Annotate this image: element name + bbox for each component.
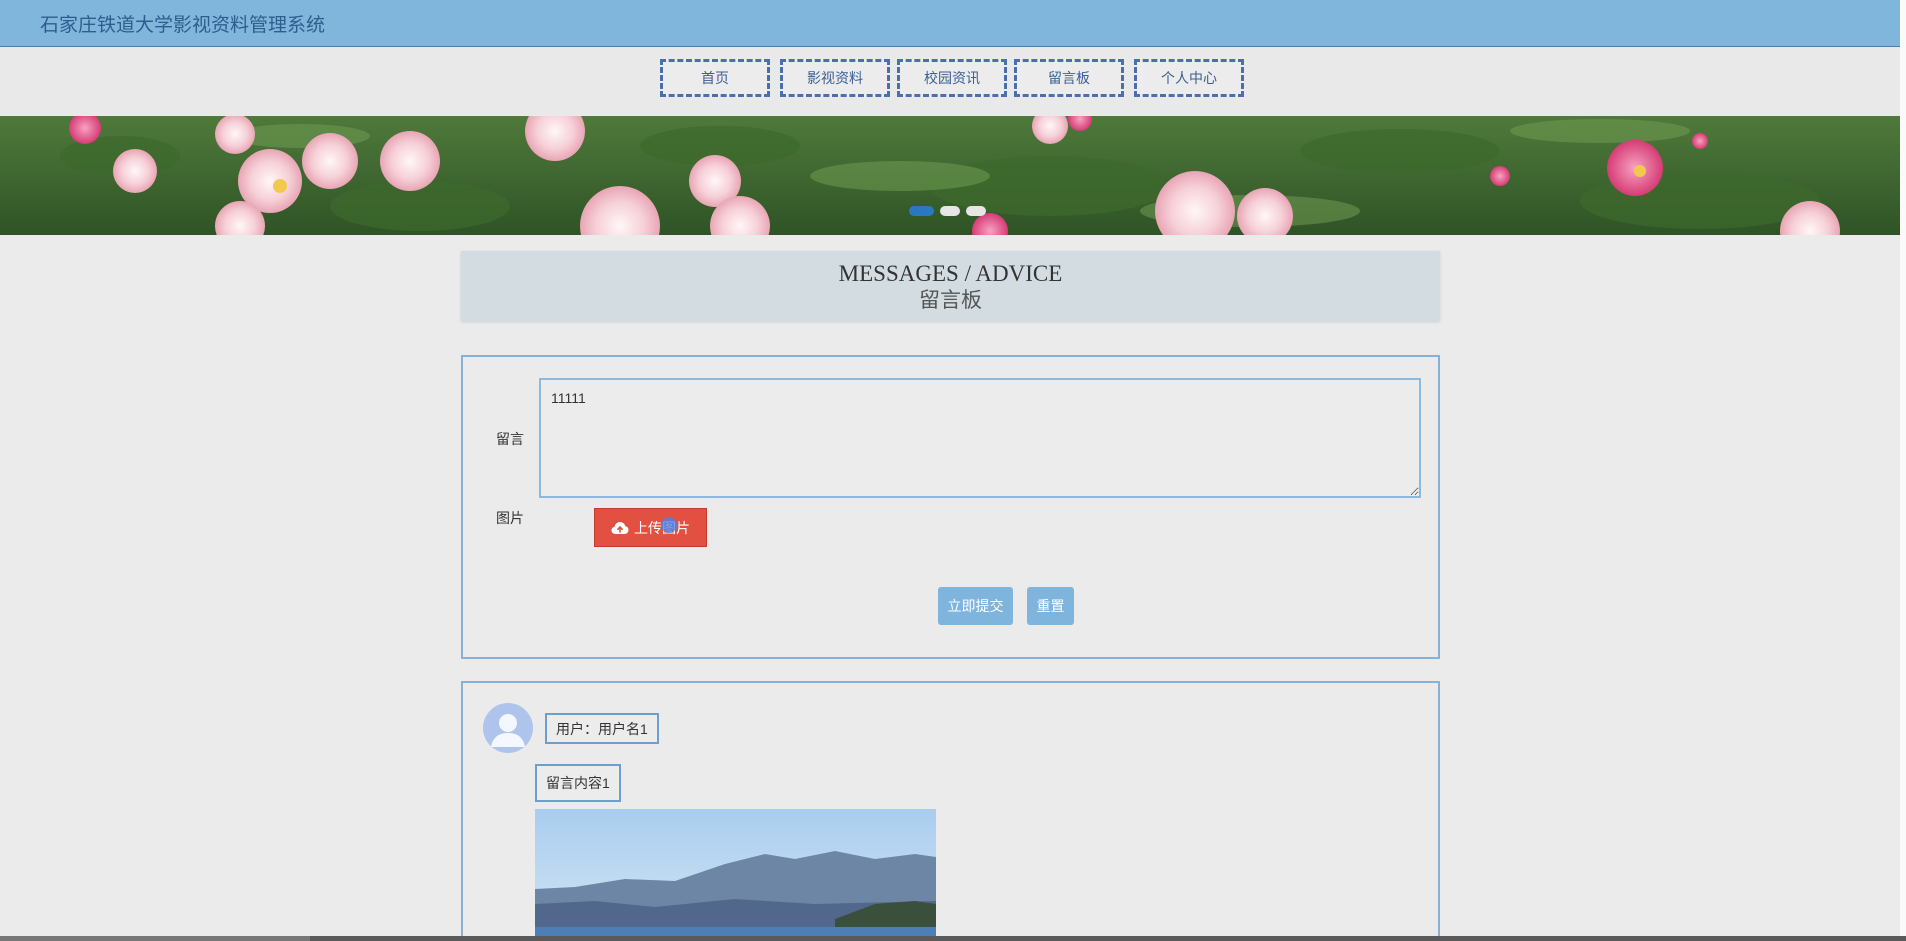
carousel-dot-2[interactable] (940, 206, 960, 216)
user-avatar (483, 703, 533, 753)
site-title[interactable]: 石家庄铁道大学影视资料管理系统 (40, 10, 325, 37)
carousel-dot-3[interactable] (966, 206, 986, 216)
app-root: 石家庄铁道大学影视资料管理系统 首页 影视资料 校园资讯 留言板 个人中心 ME… (0, 0, 1906, 941)
message-content: 留言内容1 (535, 764, 621, 802)
carousel-dot-1[interactable] (909, 206, 934, 216)
top-header: 石家庄铁道大学影视资料管理系统 (0, 0, 1900, 47)
upload-image-button[interactable]: 上传图片 (594, 508, 707, 547)
banner-flowers-image (0, 116, 1900, 235)
section-title: MESSAGES / ADVICE 留言板 (461, 251, 1440, 321)
main-nav: 首页 影视资料 校园资讯 留言板 个人中心 (0, 47, 1900, 115)
nav-item-campus-news[interactable]: 校园资讯 (897, 59, 1007, 97)
pointer-cursor-indicator (661, 517, 677, 533)
message-username: 用户：用户名1 (545, 713, 659, 744)
user-avatar-icon (491, 714, 525, 747)
nav-item-film-materials[interactable]: 影视资料 (780, 59, 890, 97)
image-label: 图片 (496, 510, 524, 526)
section-title-cn: 留言板 (919, 288, 982, 312)
message-attached-image[interactable] (535, 809, 936, 941)
banner-carousel[interactable] (0, 116, 1900, 235)
nav-item-user-center[interactable]: 个人中心 (1134, 59, 1244, 97)
section-title-en: MESSAGES / ADVICE (838, 261, 1063, 286)
page-scrollbar[interactable] (1900, 0, 1906, 941)
nav-item-home[interactable]: 首页 (660, 59, 770, 97)
bottom-scrollbar-thumb[interactable] (0, 936, 310, 941)
message-textarea[interactable]: 11111 (539, 378, 1421, 498)
lake-mountain-photo (535, 809, 936, 941)
nav-item-message-board[interactable]: 留言板 (1014, 59, 1124, 97)
message-label: 留言 (496, 431, 524, 447)
submit-button[interactable]: 立即提交 (938, 587, 1013, 625)
cloud-upload-icon (611, 521, 629, 534)
message-form: 留言 11111 图片 上传图片 立即提交 重置 (461, 355, 1440, 659)
message-list: 用户：用户名1 留言内容1 (461, 681, 1440, 941)
reset-button[interactable]: 重置 (1027, 587, 1074, 625)
